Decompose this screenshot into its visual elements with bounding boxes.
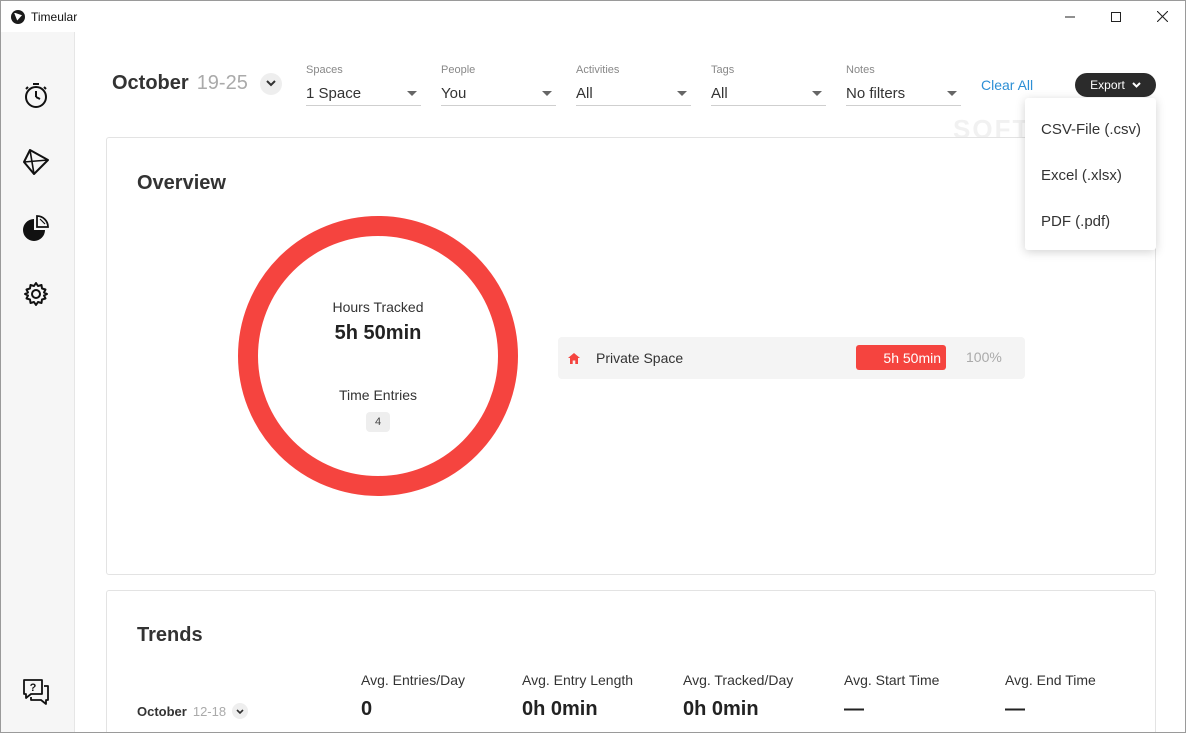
metric-entries-per-day: Avg. Entries/Day 0 [361,672,511,721]
trend-period-dropdown-button[interactable] [232,703,249,719]
stopwatch-icon[interactable] [21,80,51,110]
caret-down-icon [947,91,957,96]
title-bar: Timeular [1,1,1185,32]
chevron-down-icon [266,80,276,87]
trend-month: October [137,703,187,719]
close-icon [1156,11,1168,22]
metric-label: Avg. Entries/Day [361,672,466,688]
menu-item-excel[interactable]: Excel (.xlsx) [1025,152,1156,198]
metric-label: Avg. Start Time [844,672,940,688]
export-button[interactable]: Export [1075,73,1156,97]
space-duration-bar: 5h 50min [856,345,946,370]
metric-end-time: Avg. End Time — [1005,672,1155,721]
metric-label: Avg. End Time [1005,672,1096,688]
menu-item-csv[interactable]: CSV-File (.csv) [1025,106,1156,152]
chevron-down-icon [1132,82,1141,88]
filter-label: Activities [576,64,620,76]
clear-all-link[interactable]: Clear All [981,77,1033,93]
metric-start-time: Avg. Start Time — [844,672,994,721]
app-logo-icon [11,9,25,24]
minimize-button[interactable] [1047,1,1093,32]
filter-label: People [441,64,476,76]
filter-activities: Activities All [576,64,691,106]
filter-label: Notes [846,64,875,76]
window-title: Timeular [31,9,78,24]
caret-down-icon [407,91,417,96]
filter-spaces: Spaces 1 Space [306,64,421,106]
filter-tags: Tags All [711,64,826,106]
space-name: Private Space [596,350,684,366]
chevron-down-icon [236,708,244,714]
period-range: 19-25 [196,72,248,94]
tags-select[interactable]: All [711,82,826,106]
space-row-private[interactable]: Private Space 5h 50min 100% [558,337,1025,379]
metric-label: Avg. Entry Length [522,672,634,688]
sidebar: ? [1,32,75,732]
close-button[interactable] [1139,1,1185,32]
entries-label: Time Entries [338,387,418,403]
maximize-button[interactable] [1093,1,1139,32]
app-window: Timeular ? October 19-25 Spaces 1 Space … [0,0,1186,733]
hours-value: 5h 50min [334,322,422,344]
notes-select[interactable]: No filters [846,82,961,106]
overview-card: Overview Hours Tracked 5h 50min Time Ent… [106,137,1156,575]
metric-value: 0h 0min [522,698,598,720]
help-chat-icon[interactable]: ? [21,676,51,706]
menu-item-pdf[interactable]: PDF (.pdf) [1025,198,1156,244]
metric-entry-length: Avg. Entry Length 0h 0min [522,672,672,721]
period-dropdown-button[interactable] [259,72,282,95]
filter-value: No filters [846,85,906,102]
metric-value: 0 [361,698,373,720]
home-icon [567,351,581,365]
metric-value: — [844,698,864,720]
metric-value: — [1005,698,1025,720]
trends-title: Trends [137,624,203,646]
main-content: SOFTPEDIA October 19-25 Spaces 1 Space P… [76,32,1185,732]
filter-people: People You [441,64,556,106]
entries-count-badge: 4 [366,412,390,432]
donut-center: Hours Tracked 5h 50min Time Entries 4 [238,216,518,496]
trend-compare-period: October 12-18 [137,703,249,719]
pie-chart-icon[interactable] [21,213,51,243]
hours-label: Hours Tracked [332,299,424,315]
trend-range: 12-18 [192,703,227,719]
spaces-select[interactable]: 1 Space [306,82,421,106]
maximize-icon [1111,11,1121,22]
trends-card: Trends October 12-18 Avg. Entries/Day 0 … [106,590,1156,732]
filter-value: All [711,85,728,102]
caret-down-icon [542,91,552,96]
caret-down-icon [677,91,687,96]
gear-icon[interactable] [21,279,51,309]
filter-label: Spaces [306,64,343,76]
overview-title: Overview [137,172,226,194]
caret-down-icon [812,91,822,96]
metric-label: Avg. Tracked/Day [683,672,794,688]
metric-tracked-per-day: Avg. Tracked/Day 0h 0min [683,672,833,721]
octahedron-icon[interactable] [21,147,51,177]
filter-value: All [576,85,593,102]
period-selector: October 19-25 [112,72,282,95]
filter-value: 1 Space [306,85,362,102]
filter-value: You [441,85,467,102]
filter-label: Tags [711,64,735,76]
filter-notes: Notes No filters [846,64,961,106]
space-percent: 100% [966,349,1002,365]
people-select[interactable]: You [441,82,556,106]
period-month: October [112,72,189,94]
svg-text:?: ? [30,682,37,694]
minimize-icon [1065,16,1075,17]
export-label: Export [1090,78,1125,92]
export-menu: CSV-File (.csv) Excel (.xlsx) PDF (.pdf) [1025,98,1156,250]
metric-value: 0h 0min [683,698,759,720]
activities-select[interactable]: All [576,82,691,106]
